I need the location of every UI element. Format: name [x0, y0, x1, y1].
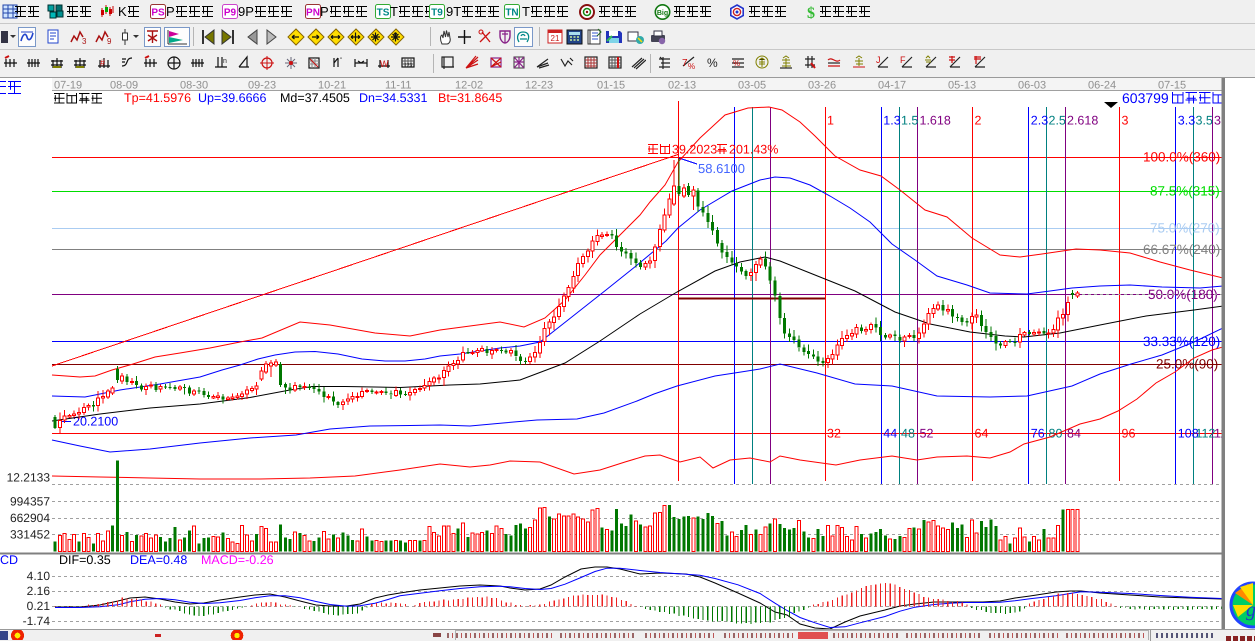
svg-text:2.16: 2.16 — [27, 584, 51, 598]
svg-text:3.5: 3.5 — [1196, 114, 1213, 128]
svg-text:112: 112 — [1196, 427, 1216, 441]
svg-text:1.618: 1.618 — [920, 114, 951, 128]
svg-text:TN: TN — [505, 8, 518, 19]
svg-text:50.0%(180): 50.0%(180) — [1148, 287, 1218, 302]
svg-text:1.3: 1.3 — [883, 114, 900, 128]
svg-text:-1.74: -1.74 — [23, 614, 51, 628]
svg-text:%: % — [688, 62, 695, 71]
svg-text:Bt=31.8645: Bt=31.8645 — [438, 91, 502, 105]
svg-text:%: % — [733, 59, 740, 68]
svg-text:75.0%(270): 75.0%(270) — [1150, 221, 1220, 236]
svg-text:06-03: 06-03 — [1018, 80, 1046, 92]
svg-text:08-09: 08-09 — [110, 80, 138, 92]
svg-text:P9: P9 — [224, 8, 237, 19]
svg-text:76: 76 — [1031, 427, 1045, 441]
svg-text:T9: T9 — [431, 8, 443, 19]
svg-text:J: J — [876, 55, 881, 65]
svg-text:07-19: 07-19 — [54, 80, 82, 92]
svg-text:123: 123 — [404, 63, 413, 69]
svg-text:n: n — [223, 58, 227, 65]
svg-text:44: 44 — [883, 427, 897, 441]
svg-text:#: # — [100, 58, 105, 68]
svg-text:1.5: 1.5 — [901, 114, 918, 128]
svg-text:04-17: 04-17 — [878, 80, 906, 92]
svg-text:4.10: 4.10 — [27, 569, 51, 583]
svg-text:0.21: 0.21 — [27, 599, 51, 613]
svg-text:9: 9 — [107, 37, 112, 46]
svg-text:08-30: 08-30 — [180, 80, 208, 92]
svg-text:662904: 662904 — [10, 511, 50, 525]
svg-text:01-15: 01-15 — [597, 80, 625, 92]
svg-text:": " — [340, 58, 342, 64]
svg-text:48: 48 — [901, 427, 915, 441]
svg-text:F: F — [900, 55, 906, 65]
svg-text:Tp=41.5976: Tp=41.5976 — [124, 91, 191, 105]
svg-text:09-23: 09-23 — [248, 80, 276, 92]
svg-text:Md=37.4505: Md=37.4505 — [280, 91, 350, 105]
svg-text:1: 1 — [827, 114, 834, 128]
svg-text:58.6100: 58.6100 — [698, 161, 745, 176]
svg-text:3: 3 — [82, 37, 87, 46]
svg-text:80: 80 — [1049, 427, 1063, 441]
svg-text:Big: Big — [657, 10, 668, 17]
svg-text:TS: TS — [377, 8, 390, 19]
svg-text:10-21: 10-21 — [318, 80, 346, 92]
svg-text:21: 21 — [551, 34, 560, 43]
svg-text:%: % — [707, 56, 718, 70]
svg-text:603799: 603799 — [1122, 90, 1169, 106]
svg-text:g: g — [1246, 599, 1255, 621]
svg-text:66.67%(240): 66.67%(240) — [1143, 242, 1220, 257]
svg-text:DIF=0.35: DIF=0.35 — [59, 553, 111, 567]
svg-text:12.2133: 12.2133 — [7, 471, 51, 485]
svg-text:25.0%(90): 25.0%(90) — [1156, 357, 1218, 372]
svg-text:Up=39.6666: Up=39.6666 — [198, 91, 267, 105]
svg-text:994357: 994357 — [10, 495, 50, 509]
svg-text:96: 96 — [1122, 427, 1136, 441]
svg-text:02-13: 02-13 — [668, 80, 696, 92]
svg-text:11-11: 11-11 — [385, 80, 412, 92]
svg-text:201.43%: 201.43% — [729, 143, 778, 157]
svg-text:03-26: 03-26 — [808, 80, 836, 92]
svg-text:W: W — [380, 59, 389, 69]
svg-text:2.5: 2.5 — [1049, 114, 1066, 128]
svg-text:331452: 331452 — [10, 528, 50, 542]
svg-text:2.618: 2.618 — [1067, 114, 1098, 128]
svg-text:87.5%(315): 87.5%(315) — [1150, 184, 1220, 199]
svg-text:MACD=-0.26: MACD=-0.26 — [201, 553, 274, 567]
svg-text:52: 52 — [920, 427, 934, 441]
svg-text:32: 32 — [827, 427, 841, 441]
svg-text:2: 2 — [975, 114, 982, 128]
svg-text:3.3: 3.3 — [1178, 114, 1195, 128]
svg-text:12-02: 12-02 — [455, 80, 483, 92]
svg-text:$: $ — [807, 5, 815, 20]
svg-text:3: 3 — [1122, 114, 1129, 128]
svg-text:PN: PN — [306, 8, 320, 19]
svg-text:64: 64 — [975, 427, 989, 441]
svg-text:100.0%(360): 100.0%(360) — [1143, 150, 1220, 165]
svg-text:12-23: 12-23 — [525, 80, 553, 92]
svg-text:PS: PS — [151, 8, 165, 19]
svg-text:CD: CD — [0, 553, 18, 567]
svg-text:06-24: 06-24 — [1088, 80, 1116, 92]
svg-text:Dn=34.5331: Dn=34.5331 — [359, 91, 428, 105]
svg-text:03-05: 03-05 — [738, 80, 766, 92]
svg-text:2.3: 2.3 — [1031, 114, 1048, 128]
svg-text:DEA=0.48: DEA=0.48 — [130, 553, 187, 567]
svg-text:05-13: 05-13 — [948, 80, 976, 92]
